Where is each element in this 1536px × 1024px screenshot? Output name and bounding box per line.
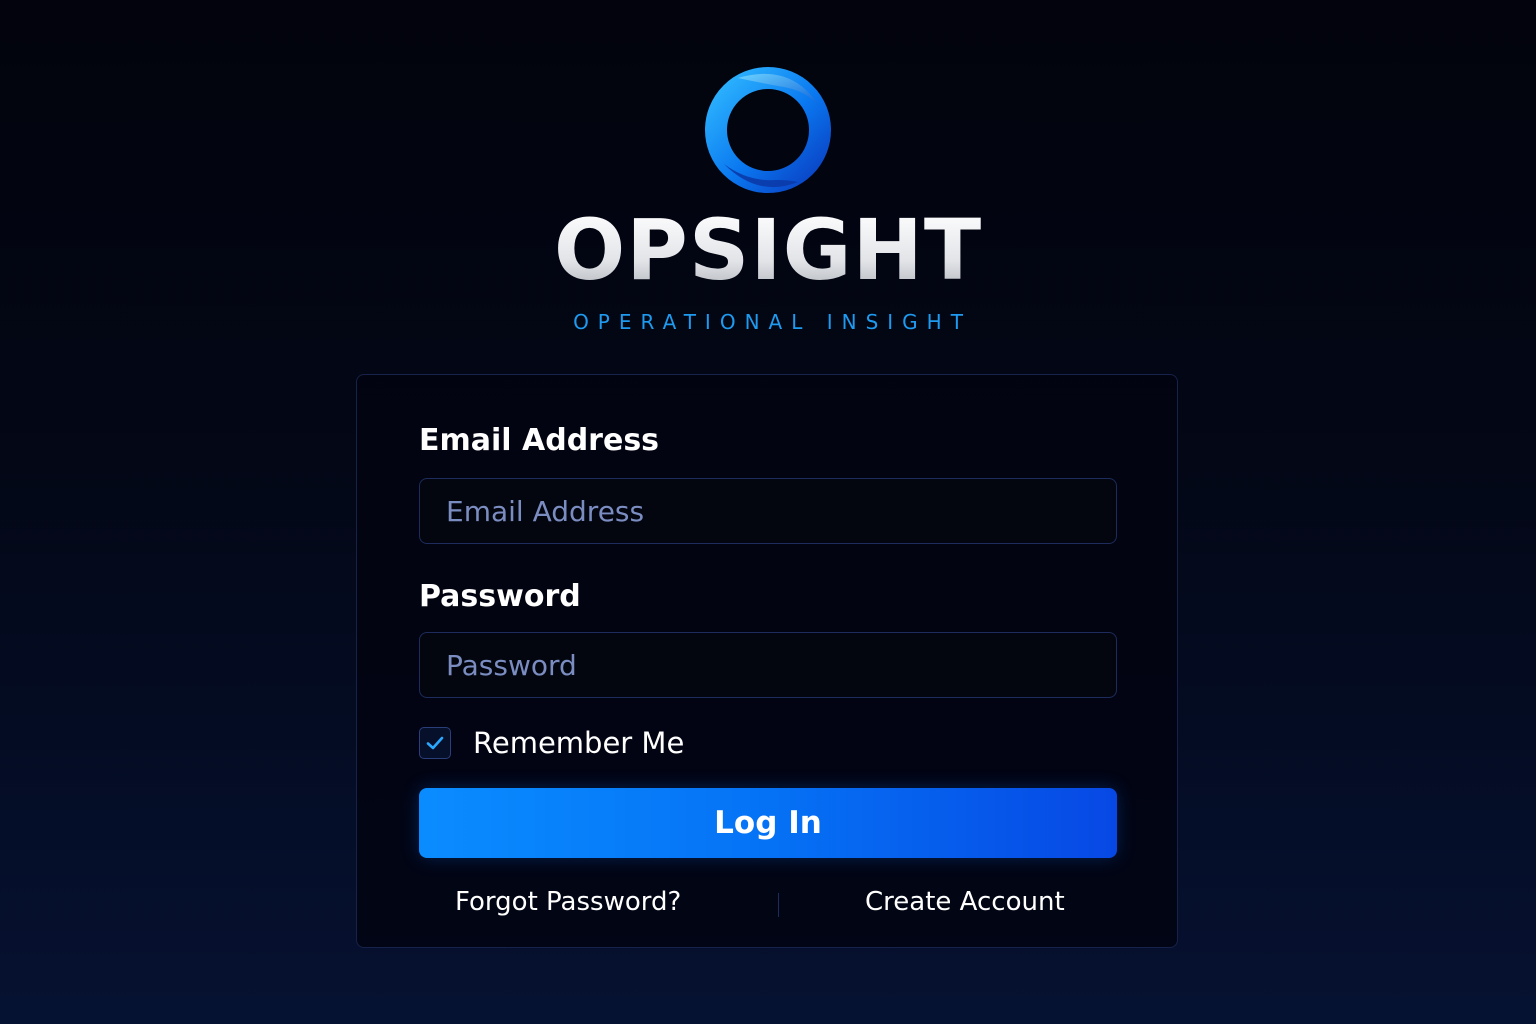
link-divider bbox=[778, 893, 779, 917]
remember-me-label: Remember Me bbox=[473, 726, 685, 760]
forgot-password-link[interactable]: Forgot Password? bbox=[455, 887, 681, 917]
brand-name: OPSIGHT bbox=[0, 208, 1536, 304]
remember-me-row[interactable]: Remember Me bbox=[419, 725, 684, 761]
brand-header: OPSIGHT OPERATIONAL INSIGHT bbox=[0, 60, 1536, 334]
remember-me-checkbox[interactable] bbox=[419, 727, 451, 759]
brand-tagline: OPERATIONAL INSIGHT bbox=[573, 310, 972, 334]
create-account-link[interactable]: Create Account bbox=[865, 887, 1065, 917]
password-input[interactable] bbox=[419, 632, 1117, 698]
login-card: Email Address Password Remember Me Log I… bbox=[356, 374, 1178, 948]
ring-logo-icon bbox=[705, 67, 831, 193]
login-button[interactable]: Log In bbox=[419, 788, 1117, 858]
checkmark-icon bbox=[426, 736, 444, 750]
password-label: Password bbox=[419, 579, 581, 614]
email-label: Email Address bbox=[419, 423, 660, 458]
email-input[interactable] bbox=[419, 478, 1117, 544]
footer-links: Forgot Password? Create Account bbox=[419, 885, 1117, 925]
